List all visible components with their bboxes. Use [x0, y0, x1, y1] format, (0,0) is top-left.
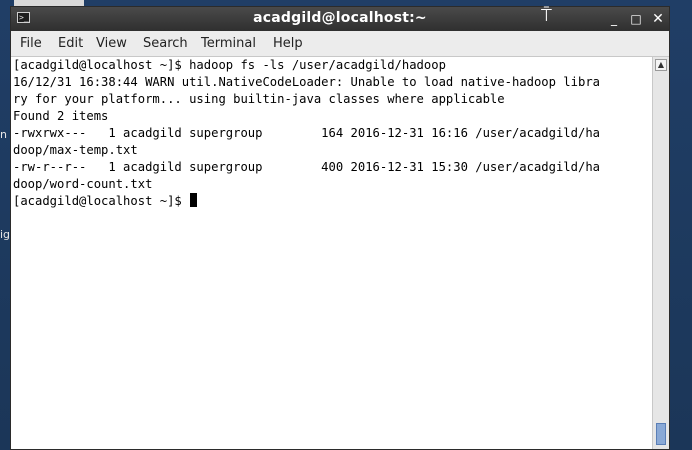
- desktop-icon-label-fragment: ig: [0, 228, 11, 241]
- terminal-line: ry for your platform... using builtin-ja…: [13, 92, 505, 106]
- minimize-button[interactable]: _: [605, 10, 623, 28]
- terminal-line: Found 2 items: [13, 109, 109, 123]
- prompt-text: [acadgild@localhost ~]$: [13, 194, 190, 208]
- desktop-icon-label-fragment: n: [0, 128, 7, 141]
- maximize-button[interactable]: □: [627, 10, 645, 28]
- terminal-line: doop/max-temp.txt: [13, 143, 138, 157]
- text-cursor: [190, 193, 198, 207]
- menu-view[interactable]: View: [96, 36, 127, 51]
- menu-search[interactable]: Search: [143, 36, 188, 51]
- menu-edit[interactable]: Edit: [58, 36, 83, 51]
- menu-bar: File Edit View Search Terminal Help: [11, 31, 669, 57]
- window-title: acadgild@localhost:~: [253, 10, 427, 26]
- menu-help[interactable]: Help: [273, 36, 303, 51]
- terminal-line: -rw-r--r-- 1 acadgild supergroup 400 201…: [13, 160, 600, 174]
- menu-file[interactable]: File: [20, 36, 42, 51]
- terminal-line: doop/word-count.txt: [13, 177, 153, 191]
- vertical-scrollbar[interactable]: ▲: [652, 57, 669, 449]
- title-bar[interactable]: >_ acadgild@localhost:~ ⍑ _ □ ✕: [11, 5, 669, 31]
- terminal-line: [acadgild@localhost ~]$ hadoop fs -ls /u…: [13, 58, 446, 72]
- terminal-output[interactable]: [acadgild@localhost ~]$ hadoop fs -ls /u…: [11, 57, 652, 449]
- close-button[interactable]: ✕: [649, 10, 667, 28]
- prompt-line[interactable]: [acadgild@localhost ~]$: [13, 193, 198, 210]
- terminal-line: -rwxrwx--- 1 acadgild supergroup 164 201…: [13, 126, 600, 140]
- mouse-cursor-icon: ⍑: [541, 5, 552, 26]
- terminal-line: 16/12/31 16:38:44 WARN util.NativeCodeLo…: [13, 75, 600, 89]
- scroll-up-arrow-icon[interactable]: ▲: [655, 59, 667, 71]
- terminal-window: >_ acadgild@localhost:~ ⍑ _ □ ✕ File Edi…: [10, 5, 670, 450]
- scrollbar-thumb[interactable]: [656, 423, 666, 445]
- menu-terminal[interactable]: Terminal: [201, 36, 256, 51]
